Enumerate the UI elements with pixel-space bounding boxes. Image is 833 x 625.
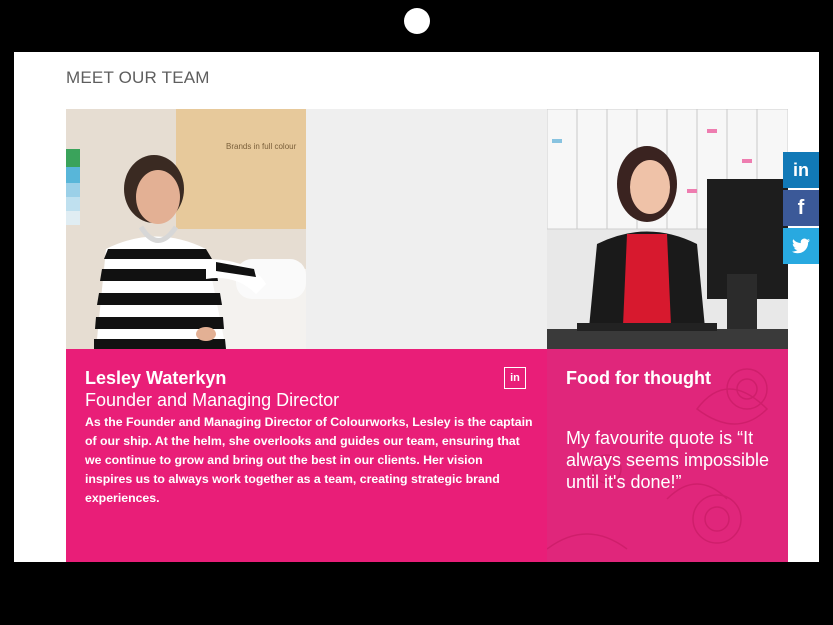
linkedin-icon: in: [510, 372, 520, 384]
member-role: Founder and Managing Director: [85, 390, 340, 410]
twitter-icon: [792, 238, 810, 254]
bio-panel: Lesley Waterkyn Founder and Managing Dir…: [66, 349, 547, 562]
member-linkedin-button[interactable]: in: [504, 367, 526, 389]
team-photo-desk: [547, 109, 788, 349]
linkedin-icon: in: [793, 159, 809, 180]
section-title: MEET OUR TEAM: [66, 68, 210, 87]
team-photo-lesley: Brands in full colour: [66, 109, 306, 349]
device-camera: [404, 8, 430, 34]
social-twitter-button[interactable]: [783, 228, 819, 264]
quote-title: Food for thought: [566, 368, 711, 388]
quote-text: My favourite quote is “It always seems i…: [566, 428, 770, 492]
quote-panel: Food for thought My favourite quote is “…: [547, 349, 788, 562]
social-linkedin-button[interactable]: in: [783, 152, 819, 188]
facebook-icon: f: [797, 196, 805, 219]
member-name: Lesley Waterkyn: [85, 368, 227, 388]
social-facebook-button[interactable]: f: [783, 190, 819, 226]
page-screen: MEET OUR TEAM Brands in full colour Lesl…: [14, 52, 819, 562]
wall-sign-text: Brands in full colour: [226, 142, 297, 151]
member-bio: As the Founder and Managing Director of …: [85, 415, 533, 505]
empty-photo-slot: [306, 109, 547, 349]
